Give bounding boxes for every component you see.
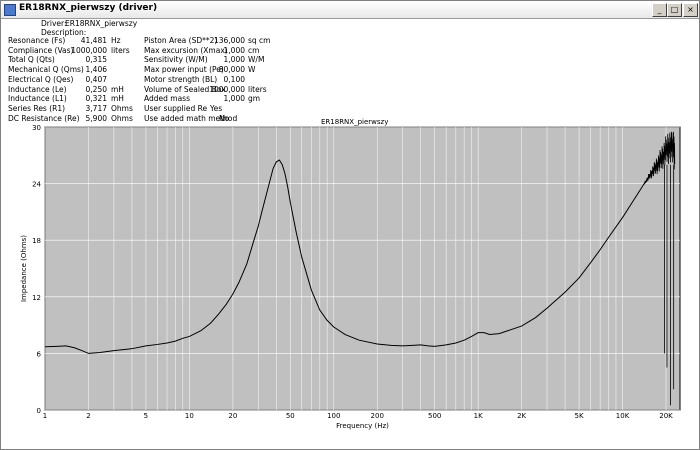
minimize-button[interactable]: _ bbox=[652, 3, 667, 17]
y-axis-title: Impedance (Ohms) bbox=[20, 235, 28, 302]
x-tick-label: 5K bbox=[575, 412, 584, 420]
window-title: ER18RNX_pierwszy (driver) bbox=[19, 3, 158, 13]
x-tick-label: 50 bbox=[286, 412, 295, 420]
title-bar[interactable]: ER18RNX_pierwszy (driver) _ □ × bbox=[1, 1, 699, 19]
y-tick-label: 24 bbox=[32, 181, 41, 189]
close-button[interactable]: × bbox=[683, 3, 698, 17]
x-tick-label: 20 bbox=[228, 412, 237, 420]
x-tick-label: 10K bbox=[616, 412, 630, 420]
y-tick-label: 0 bbox=[37, 407, 41, 415]
y-tick-label: 18 bbox=[32, 237, 41, 245]
x-tick-label: 5 bbox=[144, 412, 148, 420]
maximize-button[interactable]: □ bbox=[667, 3, 682, 17]
y-tick-label: 6 bbox=[37, 350, 42, 358]
x-tick-label: 20K bbox=[659, 412, 673, 420]
x-tick-label: 200 bbox=[371, 412, 384, 420]
y-tick-label: 12 bbox=[32, 294, 41, 302]
driver-window: ER18RNX_pierwszy (driver) _ □ × Driver: … bbox=[0, 0, 700, 450]
x-tick-label: 1K bbox=[474, 412, 483, 420]
y-tick-label: 30 bbox=[32, 124, 41, 132]
x-tick-label: 2 bbox=[86, 412, 90, 420]
plot-area bbox=[44, 126, 681, 411]
x-tick-label: 2K bbox=[517, 412, 526, 420]
x-tick-label: 10 bbox=[185, 412, 194, 420]
app-icon bbox=[4, 4, 16, 16]
x-tick-label: 500 bbox=[428, 412, 441, 420]
x-tick-label: 1 bbox=[43, 412, 47, 420]
x-axis-title: Frequency (Hz) bbox=[336, 422, 389, 430]
impedance-chart: 1 2 5 10 20 50 100 200 500 1K 2K 5K 10K 20K0612182430… bbox=[20, 124, 681, 430]
x-tick-label: 100 bbox=[327, 412, 340, 420]
